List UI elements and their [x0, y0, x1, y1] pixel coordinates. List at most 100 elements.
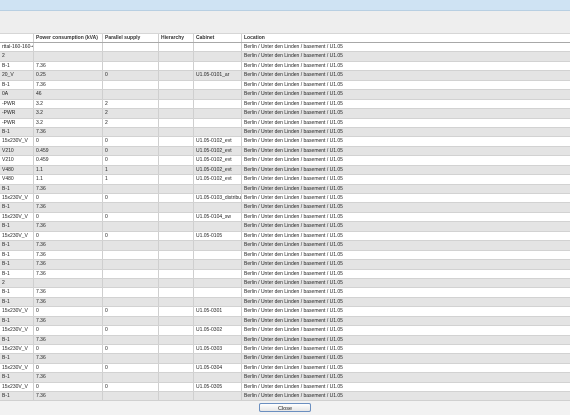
table-row[interactable]: B-1 7.36 Berlin / Unter den Linden / basem… — [0, 260, 570, 270]
cell-parallel-supply: 0 — [103, 231, 159, 241]
cell-hierarchy — [159, 373, 194, 382]
cell-hierarchy — [159, 222, 194, 231]
table-row[interactable]: 15x230V_V 0 0 U1.05-0303 Berlin / Unter den … — [0, 345, 570, 355]
cell-hierarchy — [159, 127, 194, 137]
table-row[interactable]: B-1 7.36 Berlin / Unter den Linden / basem… — [0, 203, 570, 213]
column-header-cabinet[interactable]: Cabinet — [194, 34, 242, 42]
column-header-location[interactable]: Location — [242, 34, 570, 42]
column-header-hierarchy[interactable]: Hierarchy — [159, 34, 194, 42]
cell-parallel-supply: 0 — [103, 137, 159, 146]
cell-power-consumption: 0 — [34, 137, 103, 146]
cell-location: Berlin / Unter den Linden / basement / U… — [244, 128, 343, 135]
cell-cabinet — [194, 222, 242, 231]
table-row[interactable]: B-1 7.36 Berlin / Unter den Linden / basem… — [0, 316, 570, 327]
close-button[interactable]: Close — [259, 403, 311, 412]
cell-hierarchy — [159, 109, 194, 118]
cell-power-consumption: 7.36 — [34, 241, 103, 250]
cell-name: -PWR — [0, 118, 34, 127]
table-row[interactable]: B-1 7.36 Berlin / Unter den Linden / basem… — [0, 127, 570, 138]
table-row[interactable]: B-1 7.36 Berlin / Unter den Linden / basem… — [0, 250, 570, 261]
cell-location: Berlin / Unter den Linden / basement / U… — [244, 232, 343, 239]
table-row[interactable]: B-1 7.36 Berlin / Unter den Linden / basem… — [0, 80, 570, 91]
table-row[interactable]: rttal-160-160-41 Berlin / Unter den Linde… — [0, 43, 570, 53]
cell-cabinet — [194, 52, 242, 61]
cell-parallel-supply — [103, 61, 159, 71]
cell-power-consumption: 7.36 — [34, 184, 103, 193]
cell-power-consumption: 7.36 — [34, 250, 103, 260]
table-row[interactable]: B-1 7.36 Berlin / Unter den Linden / basem… — [0, 241, 570, 251]
table-row[interactable]: B-1 7.36 Berlin / Unter den Linden / basem… — [0, 288, 570, 298]
cell-power-consumption: 1.1 — [34, 175, 103, 184]
cell-parallel-supply: 2 — [103, 109, 159, 118]
cell-location: Berlin / Unter den Linden / basement / U… — [244, 53, 343, 60]
table-row[interactable]: B-1 7.36 Berlin / Unter den Linden / basem… — [0, 269, 570, 279]
cell-name: B-1 — [0, 127, 34, 137]
cell-name: V210 — [0, 156, 34, 165]
cell-parallel-supply: 0 — [103, 345, 159, 354]
cell-location: Berlin / Unter den Linden / basement / U… — [244, 195, 343, 201]
cell-parallel-supply: 1 — [103, 165, 159, 175]
cell-parallel-supply: 0 — [103, 212, 159, 222]
table-row[interactable]: -PWR 3.2 2 Berlin / Unter den Linden / base… — [0, 118, 570, 128]
table-row[interactable]: -PWR 3.2 2 Berlin / Unter den Linden / base… — [0, 99, 570, 110]
cell-power-consumption: 3.2 — [34, 99, 103, 109]
table-row[interactable]: 0A 46 Berlin / Unter den Linden / basement… — [0, 90, 570, 100]
cell-hierarchy — [159, 90, 194, 99]
column-header-power-consumption[interactable]: Power consumption (kVA) — [34, 34, 103, 42]
cell-hierarchy — [159, 260, 194, 269]
table-row[interactable]: V210 0.459 0 U1.05-0102_evt Berlin / Unter d… — [0, 146, 570, 157]
cell-cabinet — [194, 260, 242, 269]
table-row[interactable]: B-1 7.36 Berlin / Unter den Linden / basem… — [0, 335, 570, 345]
column-header-name[interactable] — [0, 34, 34, 42]
table-row[interactable]: V480 1.1 1 U1.05-0102_evt Berlin / Unter den… — [0, 175, 570, 185]
cell-location: Berlin / Unter den Linden / basement / U… — [244, 327, 343, 334]
table-row[interactable]: V210 0.459 0 U1.05-0102_evt Berlin / Unter d… — [0, 156, 570, 166]
table-row[interactable]: B-1 7.36 Berlin / Unter den Linden / basem… — [0, 373, 570, 383]
cell-hierarchy — [159, 52, 194, 61]
table-row[interactable]: 15x230V_V 0 0 U1.05-0305 Berlin / Unter den … — [0, 382, 570, 393]
cell-parallel-supply: 0 — [103, 363, 159, 373]
cell-location: Berlin / Unter den Linden / basement / U… — [244, 251, 343, 258]
table-row[interactable]: V480 1.1 1 U1.05-0102_evt Berlin / Unter den… — [0, 165, 570, 176]
cell-name: 20_V — [0, 71, 34, 80]
table-row[interactable]: -PWR 3.2 2 Berlin / Unter den Linden / base… — [0, 109, 570, 119]
table-row[interactable]: B-1 7.36 Berlin / Unter den Linden / basem… — [0, 222, 570, 232]
cell-location: Berlin / Unter den Linden / basement / U… — [244, 176, 343, 183]
cell-hierarchy — [159, 345, 194, 354]
table-row[interactable]: 15x230V_V 0 0 U1.05-0302 Berlin / Unter den … — [0, 326, 570, 336]
table-row[interactable]: 15x230V_V 0 0 U1.05-0105 Berlin / Unter den … — [0, 231, 570, 242]
cell-cabinet — [194, 354, 242, 363]
cell-power-consumption: 0.25 — [34, 71, 103, 80]
cell-name: B-1 — [0, 241, 34, 250]
cell-hierarchy — [159, 71, 194, 80]
cell-parallel-supply: 0 — [103, 146, 159, 156]
cell-name: B-1 — [0, 373, 34, 382]
table-row[interactable]: B-1 7.36 Berlin / Unter den Linden / basem… — [0, 61, 570, 72]
table-row[interactable]: B-1 7.36 Berlin / Unter den Linden / basem… — [0, 354, 570, 364]
table-row[interactable]: 15x230V_V 0 0 U1.05-0103_distribut Berlin / … — [0, 194, 570, 204]
table-row[interactable]: 15x230V_V 0 0 U1.05-0102_evt Berlin / Unter … — [0, 137, 570, 147]
table-row[interactable]: B-1 7.36 Berlin / Unter den Linden / basem… — [0, 297, 570, 308]
cell-location: Berlin / Unter den Linden / basement / U… — [244, 383, 343, 390]
table-row[interactable]: 15x230V_V 0 0 U1.05-0304 Berlin / Unter den … — [0, 363, 570, 374]
table-row[interactable]: B-1 7.36 Berlin / Unter den Linden / basem… — [0, 184, 570, 194]
cell-cabinet — [194, 90, 242, 99]
cell-hierarchy — [159, 241, 194, 250]
cell-hierarchy — [159, 118, 194, 127]
cell-power-consumption: 7.36 — [34, 354, 103, 363]
table-row[interactable]: 2 Berlin / Unter den Linden / basement / … — [0, 52, 570, 62]
cell-hierarchy — [159, 203, 194, 212]
table-row[interactable]: 20_V 0.25 0 U1.05-0101_ar Berlin / Unter den… — [0, 71, 570, 81]
cell-power-consumption: 0.459 — [34, 156, 103, 165]
cell-hierarchy — [159, 175, 194, 184]
column-header-parallel-supply[interactable]: Parallel supply — [103, 34, 159, 42]
table-row[interactable]: 15x230V_V 0 0 U1.05-0301 Berlin / Unter den … — [0, 307, 570, 317]
cell-hierarchy — [159, 354, 194, 363]
cell-hierarchy — [159, 146, 194, 156]
cell-name: -PWR — [0, 99, 34, 109]
cell-parallel-supply: 0 — [103, 156, 159, 165]
cell-location: Berlin / Unter den Linden / basement / U… — [244, 213, 343, 220]
table-row[interactable]: 2 Berlin / Unter den Linden / basement / … — [0, 278, 570, 289]
table-row[interactable]: 15x230V_V 0 0 U1.05-0104_sw Berlin / Unter d… — [0, 212, 570, 223]
cell-power-consumption: 7.36 — [34, 373, 103, 382]
